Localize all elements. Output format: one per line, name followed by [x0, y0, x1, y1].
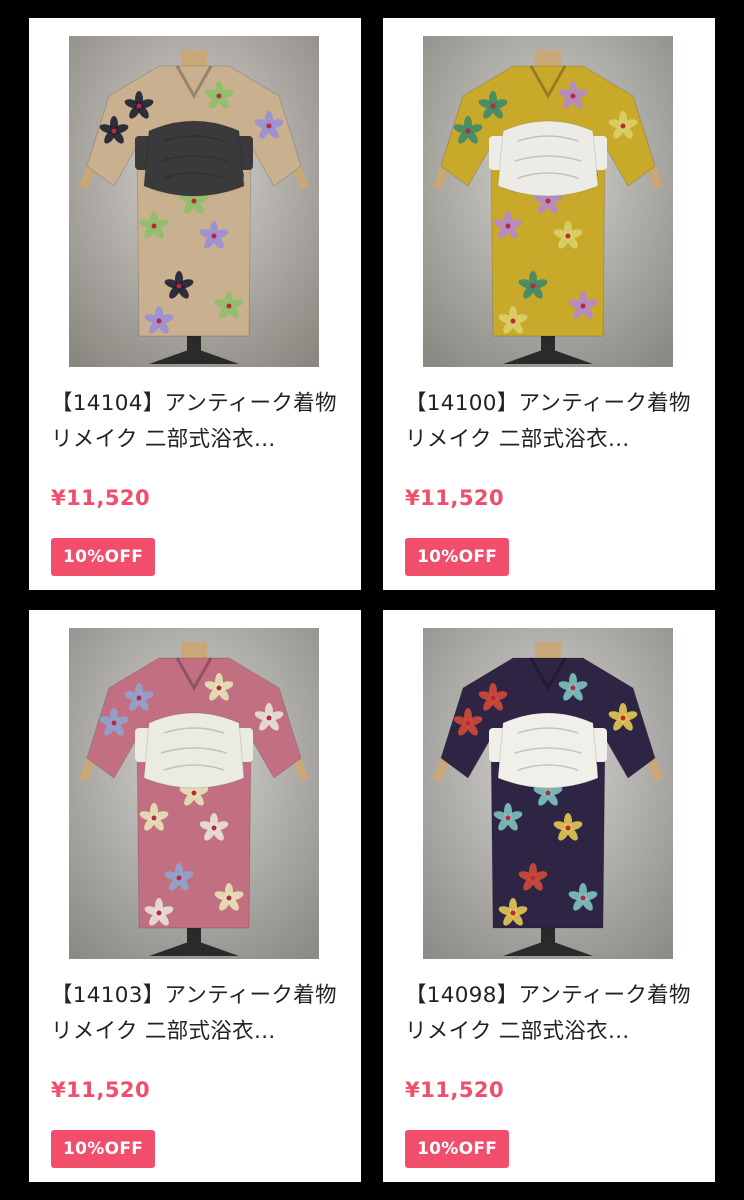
kimono-photo	[69, 36, 319, 367]
kimono-photo	[423, 628, 673, 959]
product-price: ¥11,520	[405, 486, 505, 510]
product-title[interactable]: 【14100】アンティーク着物リメイク 二部式浴衣…	[405, 386, 701, 458]
product-image[interactable]	[69, 628, 319, 959]
discount-badge: 10%OFF	[51, 538, 156, 576]
kimono-photo	[423, 36, 673, 367]
discount-badge: 10%OFF	[405, 538, 510, 576]
product-image[interactable]	[423, 36, 673, 367]
discount-badge: 10%OFF	[51, 1130, 156, 1168]
kimono-photo	[69, 628, 319, 959]
product-card[interactable]: 【14100】アンティーク着物リメイク 二部式浴衣… ¥11,520 10%OF…	[383, 18, 715, 590]
product-card[interactable]: 【14104】アンティーク着物リメイク 二部式浴衣… ¥11,520 10%OF…	[29, 18, 361, 590]
product-image[interactable]	[69, 36, 319, 367]
product-image[interactable]	[423, 628, 673, 959]
product-price: ¥11,520	[51, 1078, 151, 1102]
discount-badge: 10%OFF	[405, 1130, 510, 1168]
product-title[interactable]: 【14098】アンティーク着物リメイク 二部式浴衣…	[405, 978, 701, 1050]
product-price: ¥11,520	[51, 486, 151, 510]
product-title[interactable]: 【14103】アンティーク着物リメイク 二部式浴衣…	[51, 978, 347, 1050]
product-title[interactable]: 【14104】アンティーク着物リメイク 二部式浴衣…	[51, 386, 347, 458]
product-card[interactable]: 【14103】アンティーク着物リメイク 二部式浴衣… ¥11,520 10%OF…	[29, 610, 361, 1182]
product-price: ¥11,520	[405, 1078, 505, 1102]
product-card[interactable]: 【14098】アンティーク着物リメイク 二部式浴衣… ¥11,520 10%OF…	[383, 610, 715, 1182]
